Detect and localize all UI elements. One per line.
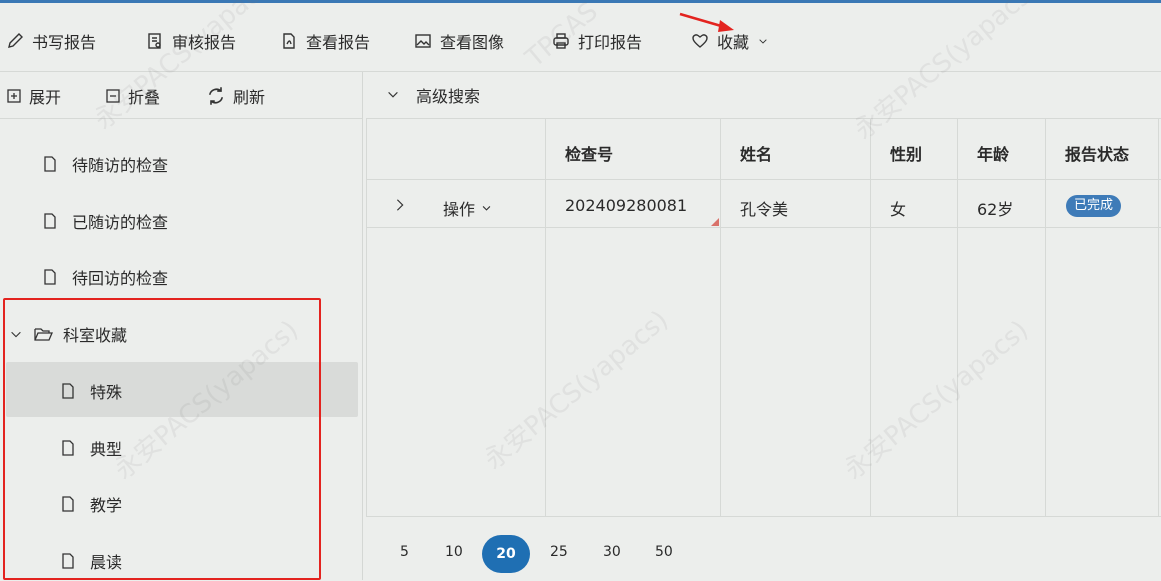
- col-divider: [1158, 119, 1159, 517]
- col-divider: [957, 119, 958, 517]
- advanced-search-label: 高级搜索: [416, 87, 481, 106]
- expand-square-icon: [7, 89, 21, 103]
- review-doc-icon: [148, 33, 161, 49]
- page-size-option-active[interactable]: 20: [482, 535, 530, 573]
- review-report-label: 审核报告: [172, 33, 237, 52]
- chevron-down-icon: [388, 91, 398, 98]
- print-report-button[interactable]: 打印报告: [552, 29, 642, 53]
- header-name[interactable]: 姓名: [740, 141, 772, 165]
- tree-node-pending-followup[interactable]: 待随访的检查: [42, 152, 168, 176]
- col-divider: [366, 119, 367, 517]
- pencil-icon: [8, 33, 23, 48]
- image-icon: [415, 34, 431, 48]
- status-badge: 已完成: [1066, 195, 1122, 217]
- tree-node-label: 待随访的检查: [72, 156, 169, 175]
- file-icon: [44, 156, 56, 172]
- row-action-dropdown[interactable]: 操作: [443, 196, 492, 220]
- page-size-option[interactable]: 50: [655, 544, 673, 560]
- cell-gender: 女: [890, 200, 907, 219]
- review-report-button[interactable]: 审核报告: [146, 29, 236, 53]
- row-action-label: 操作: [443, 200, 476, 219]
- tree-node-label: 待回访的检查: [72, 269, 169, 288]
- view-report-label: 查看报告: [306, 33, 371, 52]
- col-divider: [870, 119, 871, 517]
- cell-edit-marker: [711, 218, 719, 226]
- refresh-label: 刷新: [233, 88, 266, 107]
- chevron-down-icon: [482, 205, 491, 211]
- left-tree-panel: 展开 折叠 刷新 待随访的检查 已随访的检查 待回访的检查 科室收藏 特殊 典型: [0, 72, 363, 580]
- expand-button[interactable]: 展开: [6, 84, 61, 108]
- chevron-down-icon: [759, 39, 767, 44]
- tree-tools-bar: 展开 折叠 刷新: [0, 72, 362, 119]
- refresh-icon: [208, 87, 224, 105]
- refresh-button[interactable]: 刷新: [206, 84, 265, 108]
- page-size-option[interactable]: 10: [445, 544, 463, 560]
- page-size-option[interactable]: 5: [400, 544, 409, 560]
- view-image-label: 查看图像: [440, 33, 505, 52]
- collapse-label: 折叠: [128, 88, 161, 107]
- file-icon: [44, 269, 56, 285]
- cell-name: 孔令美: [740, 200, 789, 219]
- view-image-button[interactable]: 查看图像: [414, 29, 504, 53]
- tree-node-label: 已随访的检查: [72, 213, 169, 232]
- row-divider: [366, 227, 1161, 228]
- col-divider: [545, 119, 546, 517]
- header-divider: [366, 179, 1161, 180]
- highlight-box: [3, 298, 321, 580]
- header-gender[interactable]: 性别: [890, 141, 922, 165]
- favorites-button[interactable]: 收藏: [691, 29, 769, 53]
- write-report-button[interactable]: 书写报告: [6, 29, 96, 53]
- collapse-button[interactable]: 折叠: [105, 84, 160, 108]
- chevron-right-icon[interactable]: [393, 197, 407, 213]
- header-report-status[interactable]: 报告状态: [1065, 141, 1129, 165]
- tree-node-pending-revisit[interactable]: 待回访的检查: [42, 265, 168, 289]
- header-age[interactable]: 年龄: [977, 141, 1009, 165]
- print-report-label: 打印报告: [578, 33, 643, 52]
- heart-icon: [692, 34, 708, 48]
- file-icon: [44, 213, 56, 229]
- advanced-search-toggle[interactable]: 高级搜索: [366, 72, 1161, 118]
- view-report-button[interactable]: 查看报告: [280, 29, 370, 53]
- cell-age: 62岁: [977, 200, 1014, 219]
- header-exam-no[interactable]: 检查号: [565, 141, 613, 165]
- col-divider: [720, 119, 721, 517]
- right-content-panel: 高级搜索 检查号 姓名 性别 年龄 报告状态 操作 202409280081 孔…: [366, 72, 1161, 580]
- favorites-label: 收藏: [717, 33, 750, 52]
- write-report-label: 书写报告: [32, 33, 97, 52]
- main-toolbar: 书写报告 审核报告 查看报告 查看图像 打印报告 收藏: [0, 3, 1161, 72]
- page-size-option[interactable]: 25: [550, 544, 568, 560]
- page-size-option[interactable]: 30: [603, 544, 621, 560]
- col-divider: [1045, 119, 1046, 517]
- pdf-doc-icon: [283, 33, 295, 49]
- collapse-square-icon: [106, 89, 120, 103]
- cell-exam-no: 202409280081: [565, 196, 688, 215]
- printer-icon: [553, 33, 569, 49]
- tree-node-done-followup[interactable]: 已随访的检查: [42, 209, 168, 233]
- page-size-pager: 5 10 20 25 30 50: [366, 516, 1161, 581]
- expand-label: 展开: [29, 88, 62, 107]
- results-grid: 检查号 姓名 性别 年龄 报告状态 操作 202409280081 孔令美 女 …: [366, 118, 1161, 517]
